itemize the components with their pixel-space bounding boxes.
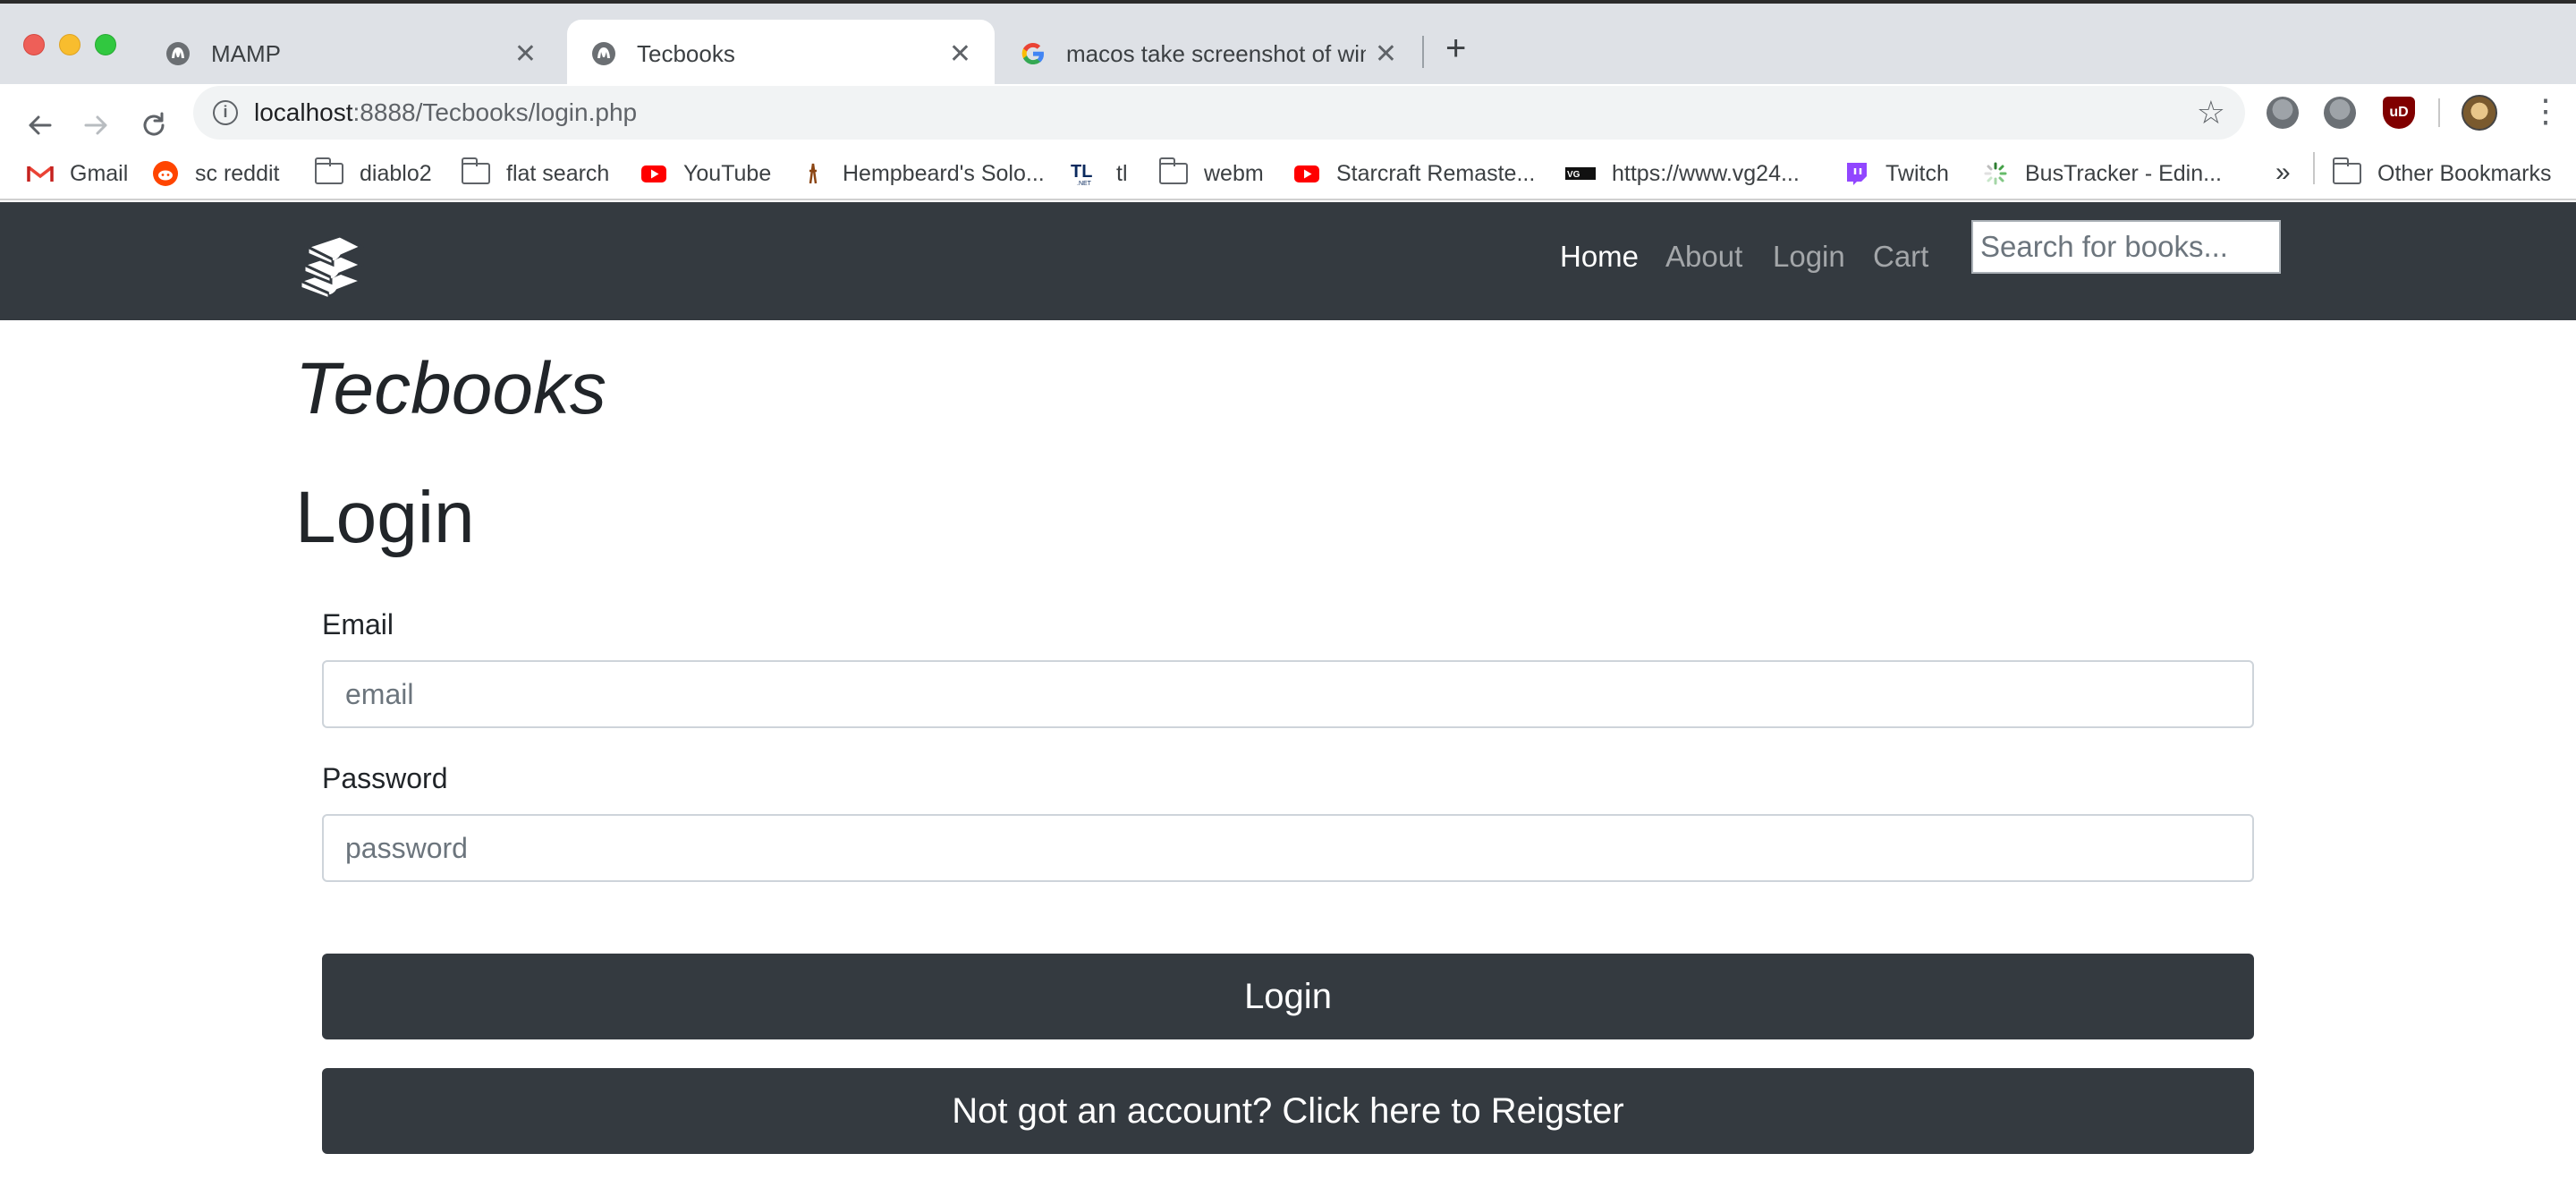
login-button[interactable]: Login — [322, 954, 2254, 1039]
youtube-icon — [1294, 165, 1319, 182]
bookmark-webm[interactable]: webm — [1158, 148, 1264, 199]
google-favicon-icon — [1021, 42, 1045, 64]
extension-icon[interactable] — [2324, 97, 2356, 129]
bookmark-label: BusTracker - Edin... — [2025, 160, 2222, 186]
browser-tab-mamp[interactable]: MAMP ✕ — [141, 20, 560, 88]
browser-menu-icon[interactable]: ⋮ — [2529, 93, 2562, 129]
nav-link-home[interactable]: Home — [1560, 240, 1639, 274]
nav-link-cart[interactable]: Cart — [1873, 240, 1928, 274]
twitch-icon — [1847, 163, 1867, 185]
bookmark-label: Gmail — [70, 160, 129, 186]
bookmark-label: YouTube — [683, 160, 772, 186]
bookmark-label: sc reddit — [195, 160, 280, 186]
bookmark-label: diablo2 — [360, 160, 432, 186]
url-host: localhost — [254, 98, 353, 126]
bookmark-youtube[interactable]: YouTube — [640, 148, 771, 199]
folder-icon — [461, 157, 490, 184]
tab-title: Tecbooks — [637, 39, 735, 67]
svg-text:VG: VG — [1567, 170, 1580, 180]
folder-icon — [314, 157, 343, 184]
gmail-icon — [27, 165, 54, 182]
email-label: Email — [322, 608, 394, 640]
bookmark-label: webm — [1204, 160, 1264, 186]
reddit-icon — [153, 161, 178, 186]
profile-avatar[interactable] — [2462, 95, 2497, 131]
toolbar-separator — [2438, 98, 2440, 127]
password-label: Password — [322, 762, 448, 794]
hempbeard-icon — [809, 163, 818, 184]
page-title: Login — [295, 477, 475, 558]
url-path: :8888/Tecbooks/login.php — [352, 98, 638, 126]
address-bar[interactable]: i localhost:8888/Tecbooks/login.php ☆ — [193, 86, 2245, 140]
bookmark-label: Hempbeard's Solo... — [843, 160, 1045, 186]
bookmark-starcraft[interactable]: Starcraft Remaste... — [1293, 148, 1535, 199]
bookmark-label: flat search — [506, 160, 610, 186]
bookmark-label: https://www.vg24... — [1612, 160, 1800, 186]
bookmark-label: tl — [1116, 160, 1128, 186]
bookmark-twitch[interactable]: Twitch — [1843, 148, 1949, 199]
close-icon[interactable]: ✕ — [1375, 38, 1397, 70]
bookmark-other-bookmarks[interactable]: Other Bookmarks — [2332, 148, 2552, 199]
password-field[interactable] — [322, 814, 2254, 882]
nav-link-login[interactable]: Login — [1773, 240, 1845, 274]
bookmarks-bar: Gmail sc reddit diablo2 flat search YouT… — [0, 148, 2576, 200]
folder-icon — [1158, 157, 1188, 184]
mamp-favicon-icon — [166, 42, 190, 65]
bookmarks-overflow-button[interactable]: » — [2275, 157, 2291, 188]
email-field[interactable] — [322, 660, 2254, 728]
reload-icon[interactable] — [138, 109, 170, 141]
nav-link-about[interactable]: About — [1665, 240, 1742, 274]
site-title: Tecbooks — [295, 348, 606, 429]
teamliquid-icon: TL.NET — [1071, 162, 1092, 187]
bookmark-star-icon[interactable]: ☆ — [2197, 95, 2225, 131]
bookmark-bustracker[interactable]: BusTracker - Edin... — [1982, 148, 2222, 199]
site-info-icon[interactable]: i — [213, 100, 238, 125]
bookmark-sc-reddit[interactable]: sc reddit — [152, 148, 279, 199]
bookmark-tl[interactable]: TL .NET tl — [1070, 148, 1128, 199]
svg-text:TL: TL — [1071, 162, 1092, 182]
close-icon[interactable]: ✕ — [949, 38, 971, 70]
browser-tab-tecbooks[interactable]: Tecbooks ✕ — [567, 20, 995, 88]
bookmark-gmail[interactable]: Gmail — [27, 148, 128, 199]
bookmarks-separator — [2313, 152, 2315, 184]
bookmark-hempbeard[interactable]: Hempbeard's Solo... — [800, 148, 1045, 199]
site-navbar: Home About Login Cart — [0, 202, 2576, 320]
bookmark-label: Starcraft Remaste... — [1336, 160, 1536, 186]
bookmark-label: Other Bookmarks — [2377, 160, 2552, 186]
back-arrow-icon[interactable] — [23, 109, 55, 141]
books-logo-icon[interactable] — [295, 225, 365, 299]
new-tab-icon[interactable]: + — [1445, 30, 1466, 66]
youtube-icon — [641, 165, 666, 182]
close-icon[interactable]: ✕ — [514, 38, 537, 70]
svg-text:.NET: .NET — [1077, 181, 1092, 187]
address-url[interactable]: localhost:8888/Tecbooks/login.php — [254, 98, 637, 127]
forward-arrow-icon[interactable] — [80, 109, 113, 141]
extension-icon[interactable] — [2267, 97, 2299, 129]
tab-title: MAMP — [211, 39, 281, 67]
book-search-input[interactable] — [1971, 220, 2281, 274]
loading-icon — [1984, 162, 2007, 185]
window-maximize-button[interactable] — [95, 34, 116, 55]
vg247-icon: VG — [1565, 167, 1596, 180]
tab-separator — [1422, 36, 1424, 68]
bookmark-diablo2[interactable]: diablo2 — [314, 148, 432, 199]
window-close-button[interactable] — [23, 34, 45, 55]
browser-tab-strip: MAMP ✕ Tecbooks ✕ macos take screenshot … — [0, 0, 2576, 88]
ublock-origin-icon[interactable]: uD — [2383, 97, 2415, 129]
tab-title: macos take screenshot of wind — [1066, 39, 1366, 67]
mamp-favicon-icon — [592, 42, 615, 65]
window-minimize-button[interactable] — [59, 34, 80, 55]
bookmark-label: Twitch — [1885, 160, 1949, 186]
bookmark-vg247[interactable]: VG https://www.vg24... — [1565, 148, 1800, 199]
bookmark-flat-search[interactable]: flat search — [461, 148, 610, 199]
folder-icon — [2332, 157, 2361, 184]
browser-tab-google[interactable]: macos take screenshot of wind ✕ — [996, 20, 1420, 88]
register-button[interactable]: Not got an account? Click here to Reigst… — [322, 1068, 2254, 1154]
